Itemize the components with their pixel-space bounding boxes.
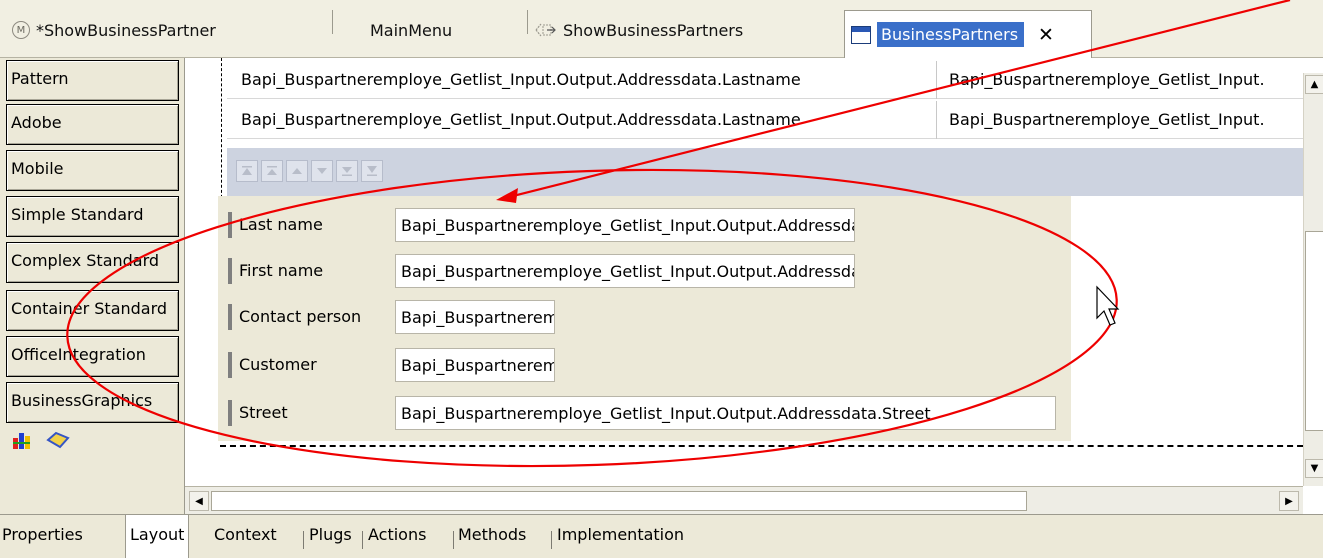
table-cell: Bapi_Buspartneremploye_Getlist_Input. xyxy=(949,70,1265,89)
palette-label: Complex Standard xyxy=(11,251,160,270)
arrow-up-icon xyxy=(292,168,302,174)
tab-actions[interactable]: Actions xyxy=(368,525,426,544)
field-label: Street xyxy=(239,403,288,422)
field-marker xyxy=(228,212,232,238)
palette-item-container-standard[interactable]: Container Standard xyxy=(6,290,179,331)
container-boundary xyxy=(221,58,222,203)
palette-label: Adobe xyxy=(11,113,62,132)
first-name-field[interactable]: Bapi_Buspartneremploye_Getlist_Input.Out… xyxy=(395,254,855,288)
table-cell: Bapi_Buspartneremploye_Getlist_Input.Out… xyxy=(241,70,801,89)
field-marker xyxy=(228,352,232,378)
scroll-up-button[interactable]: ▲ xyxy=(1305,75,1323,94)
tab-label: ShowBusinessPartners xyxy=(563,20,744,40)
palette-label: Mobile xyxy=(11,159,64,178)
scroll-left-button[interactable]: ◀ xyxy=(189,491,209,511)
table-cell: Bapi_Buspartneremploye_Getlist_Input.Out… xyxy=(241,110,801,129)
tab-properties[interactable]: Properties xyxy=(2,525,83,544)
tab-implementation[interactable]: Implementation xyxy=(557,525,684,544)
tab-methods[interactable]: Methods xyxy=(458,525,526,544)
map-icon[interactable] xyxy=(46,430,70,454)
field-label: First name xyxy=(239,261,324,280)
scroll-thumb[interactable] xyxy=(1305,231,1323,431)
container-boundary xyxy=(220,445,1323,447)
tab-plugs[interactable]: Plugs xyxy=(309,525,352,544)
palette-item-adobe[interactable]: Adobe xyxy=(6,104,179,145)
last-name-field[interactable]: Bapi_Buspartneremploye_Getlist_Input.Out… xyxy=(395,208,855,242)
field-label: Last name xyxy=(239,215,323,234)
layout-canvas: Bapi_Buspartneremploye_Getlist_Input.Out… xyxy=(202,58,1323,486)
tab-label: MainMenu xyxy=(370,20,453,40)
editor-bottom-tabs: Properties Layout Context Plugs Actions … xyxy=(0,514,1323,558)
first-icon xyxy=(242,166,252,175)
tab-divider xyxy=(332,10,333,34)
tab-label: BusinessPartners xyxy=(877,22,1025,47)
vertical-scrollbar[interactable]: ▲ ▼ xyxy=(1303,73,1323,486)
view-icon xyxy=(533,21,557,39)
layout-editor: Bapi_Buspartneremploye_Getlist_Input.Out… xyxy=(184,58,1323,514)
field-marker xyxy=(228,400,232,426)
bar-chart-icon[interactable] xyxy=(12,430,32,454)
model-icon: M xyxy=(12,21,30,39)
tab-divider xyxy=(362,531,363,549)
cell-divider xyxy=(936,61,937,99)
palette-label: Simple Standard xyxy=(11,205,144,224)
scroll-down-button[interactable]: ▼ xyxy=(1305,459,1323,478)
window-icon xyxy=(851,25,871,44)
arrow-down-icon xyxy=(317,168,327,174)
detail-form: Last name Bapi_Buspartneremploye_Getlist… xyxy=(218,196,1071,441)
palette-item-complex-standard[interactable]: Complex Standard xyxy=(6,242,179,283)
tab-layout[interactable]: Layout xyxy=(125,515,190,558)
last-page-button[interactable] xyxy=(361,160,383,182)
last-icon xyxy=(367,166,377,176)
page-up-button[interactable] xyxy=(261,160,283,182)
palette-item-business-graphics[interactable]: BusinessGraphics xyxy=(6,382,179,423)
tab-business-partners[interactable]: BusinessPartners ✕ xyxy=(844,10,1092,58)
palette-label: Container Standard xyxy=(11,299,168,318)
table-cell: Bapi_Buspartneremploye_Getlist_Input. xyxy=(949,110,1265,129)
tab-divider xyxy=(453,531,454,549)
table-row[interactable]: Bapi_Buspartneremploye_Getlist_Input.Out… xyxy=(227,61,1303,99)
palette-item-pattern[interactable]: Pattern xyxy=(6,60,179,101)
field-marker xyxy=(228,304,232,330)
page-up-icon xyxy=(267,166,277,175)
palette-label: BusinessGraphics xyxy=(11,391,153,410)
tab-show-business-partner[interactable]: M *ShowBusinessPartner xyxy=(12,10,216,50)
first-page-button[interactable] xyxy=(236,160,258,182)
table-navigation-bar xyxy=(227,148,1303,196)
table-row[interactable]: Bapi_Buspartneremploye_Getlist_Input.Out… xyxy=(227,101,1303,139)
tab-main-menu[interactable]: MainMenu xyxy=(370,10,452,50)
horizontal-scrollbar[interactable]: ◀ ▶ xyxy=(185,486,1303,514)
tab-show-business-partners[interactable]: ShowBusinessPartners xyxy=(533,10,743,50)
tab-divider xyxy=(551,531,552,549)
cell-divider xyxy=(936,101,937,139)
field-label: Contact person xyxy=(239,307,362,326)
component-palette: Pattern Adobe Mobile Simple Standard Com… xyxy=(6,58,181,514)
palette-item-office-integration[interactable]: OfficeIntegration xyxy=(6,336,179,377)
field-label: Customer xyxy=(239,355,317,374)
contact-person-field[interactable]: Bapi_Buspartneremploye_Getlist_Input.Out… xyxy=(395,300,555,334)
editor-tab-bar: M *ShowBusinessPartner MainMenu ShowBusi… xyxy=(0,0,1323,58)
customer-field[interactable]: Bapi_Buspartneremploye_Getlist_Input.Out… xyxy=(395,348,555,382)
tab-divider xyxy=(527,10,528,34)
scroll-thumb[interactable] xyxy=(211,491,1027,511)
palette-item-simple-standard[interactable]: Simple Standard xyxy=(6,196,179,237)
close-icon[interactable]: ✕ xyxy=(1038,24,1054,46)
palette-label: Pattern xyxy=(11,69,69,88)
scroll-right-button[interactable]: ▶ xyxy=(1279,491,1299,511)
tab-divider xyxy=(303,531,304,549)
palette-extra-icons xyxy=(12,430,70,454)
tab-context[interactable]: Context xyxy=(214,525,277,544)
tab-label: *ShowBusinessPartner xyxy=(36,20,216,40)
row-down-button[interactable] xyxy=(311,160,333,182)
palette-label: OfficeIntegration xyxy=(11,345,146,364)
row-up-button[interactable] xyxy=(286,160,308,182)
palette-item-mobile[interactable]: Mobile xyxy=(6,150,179,191)
page-down-icon xyxy=(342,167,352,176)
street-field[interactable]: Bapi_Buspartneremploye_Getlist_Input.Out… xyxy=(395,396,1056,430)
page-down-button[interactable] xyxy=(336,160,358,182)
field-marker xyxy=(228,258,232,284)
